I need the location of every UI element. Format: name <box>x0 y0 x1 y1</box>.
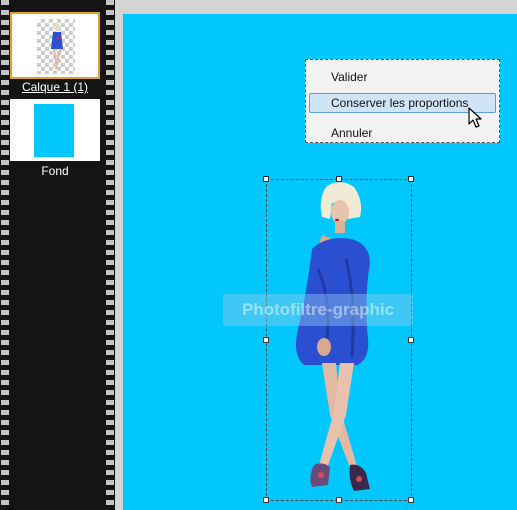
resize-handle-bottom-right[interactable] <box>408 497 414 503</box>
film-perforation-right <box>106 0 114 510</box>
resize-handle-top-left[interactable] <box>263 176 269 182</box>
transform-selection-box[interactable] <box>263 176 414 503</box>
watermark-text: Photofiltre-graphic <box>223 294 413 326</box>
context-menu: Valider Conserver les proportions Annule… <box>305 59 500 143</box>
resize-handle-left[interactable] <box>263 337 269 343</box>
layer-label-calque-1[interactable]: Calque 1 (1) <box>10 80 100 94</box>
arrow-pointer-icon <box>468 107 482 128</box>
background-color-preview <box>34 104 74 157</box>
figure-thumbnail-icon <box>51 23 63 70</box>
layers-panel: Calque 1 (1) Fond <box>0 0 115 510</box>
layer-thumbnail-calque-1[interactable] <box>10 12 100 79</box>
resize-handle-bottom-left[interactable] <box>263 497 269 503</box>
film-perforation-left <box>1 0 9 510</box>
resize-handle-bottom[interactable] <box>336 497 342 503</box>
layer-label-fond[interactable]: Fond <box>10 164 100 178</box>
resize-handle-right[interactable] <box>408 337 414 343</box>
menu-item-valider[interactable]: Valider <box>309 67 496 87</box>
resize-handle-top-right[interactable] <box>408 176 414 182</box>
canvas-area: Photofiltre-graphic Valider Conserver le… <box>115 0 517 510</box>
layer-thumbnail-fond[interactable] <box>10 99 100 161</box>
resize-handle-top[interactable] <box>336 176 342 182</box>
image-canvas[interactable]: Photofiltre-graphic Valider Conserver le… <box>123 14 517 510</box>
